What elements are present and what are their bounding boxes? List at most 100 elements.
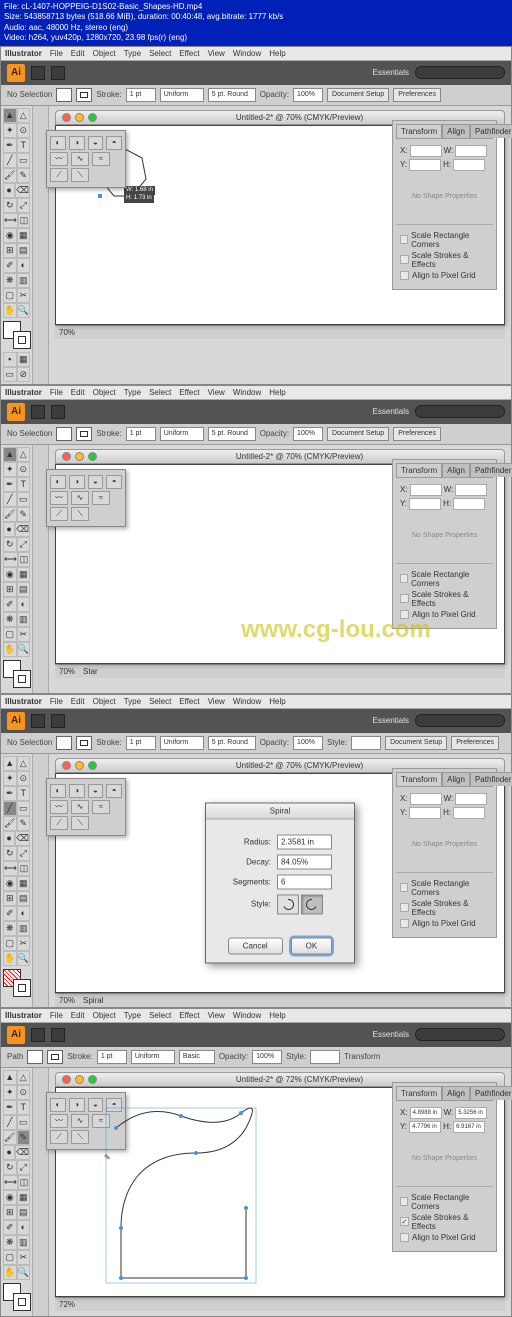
cancel-button[interactable]: Cancel — [228, 937, 283, 954]
svg-text:✎: ✎ — [104, 1153, 111, 1162]
h-field[interactable] — [453, 159, 485, 171]
w-field[interactable]: 5.3256 in — [455, 1107, 487, 1119]
menu-type[interactable]: Type — [124, 49, 141, 58]
color-mode[interactable]: ▪ — [3, 352, 17, 367]
maximize-window-icon[interactable] — [88, 113, 97, 122]
document-setup-button[interactable]: Document Setup — [327, 88, 389, 102]
pal-icon[interactable]: ◐ — [50, 136, 66, 150]
minimize-window-icon[interactable] — [75, 113, 84, 122]
tab-align[interactable]: Align — [442, 124, 470, 138]
eyedropper-tool[interactable]: ✐ — [3, 258, 17, 273]
artboard-tool[interactable]: ▢ — [3, 288, 17, 303]
tab-transform[interactable]: Transform — [396, 124, 442, 138]
ok-button[interactable]: OK — [291, 937, 333, 954]
rotate-tool[interactable]: ↻ — [3, 198, 17, 213]
bridge-icon[interactable] — [31, 66, 45, 80]
workspace-switcher[interactable]: Essentials — [373, 68, 409, 77]
gradient-tool[interactable]: ▤ — [17, 243, 31, 258]
chk-scale-strokes[interactable] — [400, 255, 409, 264]
fill-stroke-indicator[interactable] — [3, 321, 31, 349]
w-field[interactable] — [455, 145, 487, 157]
scale-tool[interactable]: ⤢ — [17, 198, 31, 213]
rectangle-tool[interactable]: ▭ — [17, 153, 31, 168]
menu-select[interactable]: Select — [149, 49, 171, 58]
selection-tool[interactable]: ▲ — [3, 108, 17, 123]
x-field[interactable] — [410, 145, 442, 157]
perspective-tool[interactable]: ▦ — [17, 228, 31, 243]
pal-icon[interactable]: ⟋ — [50, 168, 68, 182]
slice-tool[interactable]: ✂ — [17, 288, 31, 303]
pal-icon[interactable]: ◓ — [106, 136, 122, 150]
width-tool[interactable]: ⟷ — [3, 213, 18, 228]
graph-tool[interactable]: ▥ — [17, 273, 31, 288]
type-tool[interactable]: T — [17, 138, 31, 153]
blob-brush-tool[interactable]: ● — [3, 183, 15, 198]
pen-tool[interactable]: ✒ — [3, 138, 17, 153]
fill-swatch[interactable] — [56, 88, 72, 102]
search-input[interactable] — [415, 66, 505, 79]
y-field[interactable] — [409, 159, 441, 171]
shape-builder-tool[interactable]: ◉ — [3, 228, 17, 243]
chk-align-pixel[interactable] — [400, 271, 409, 280]
menu-effect[interactable]: Effect — [179, 49, 199, 58]
floating-palette[interactable]: ◐◑◒◓ 〰∿≈ ⟋⟍ — [46, 130, 126, 188]
preferences-button[interactable]: Preferences — [393, 88, 441, 102]
chk-align-pixel[interactable] — [400, 1233, 409, 1242]
y-field[interactable]: 4.7796 in — [409, 1121, 441, 1133]
pal-icon[interactable]: ≈ — [92, 152, 110, 166]
line-tool[interactable]: ╱ — [3, 153, 17, 168]
x-field[interactable]: 4.8988 in — [410, 1107, 442, 1119]
menu-window[interactable]: Window — [233, 49, 261, 58]
mesh-tool[interactable]: ⊞ — [3, 243, 17, 258]
opacity-input[interactable]: 100% — [293, 88, 323, 102]
pal-icon[interactable]: 〰 — [50, 152, 68, 166]
magic-wand-tool[interactable]: ✦ — [3, 123, 17, 138]
menu-object[interactable]: Object — [93, 49, 116, 58]
pal-icon[interactable]: ∿ — [71, 152, 89, 166]
decay-input[interactable]: 84.05% — [277, 854, 332, 869]
tab-pathfinder[interactable]: Pathfinder — [470, 124, 512, 138]
arrange-icon[interactable] — [51, 66, 65, 80]
zoom-level[interactable]: 70% — [59, 328, 75, 337]
chk-scale-corners[interactable] — [400, 235, 408, 244]
spiral-dialog: Spiral Radius:2.3581 in Decay:84.05% Seg… — [205, 802, 355, 963]
free-transform-tool[interactable]: ◫ — [18, 213, 30, 228]
pencil-tool[interactable]: ✎ — [17, 168, 31, 183]
transform-panel[interactable]: Transform Align Pathfinder X:W: Y:H: No … — [392, 120, 497, 290]
chk-scale-corners[interactable] — [400, 1197, 408, 1206]
direct-selection-tool[interactable]: △ — [17, 108, 31, 123]
style-label: Style: — [216, 900, 271, 909]
eraser-tool[interactable]: ⌫ — [15, 183, 30, 198]
pal-icon[interactable]: ⟍ — [71, 168, 89, 182]
paintbrush-tool[interactable]: 🖌 — [3, 168, 17, 183]
profile-dropdown[interactable]: Uniform — [160, 88, 204, 102]
chk-scale-strokes[interactable]: ✓ — [400, 1217, 409, 1226]
pal-icon[interactable]: ◒ — [88, 136, 104, 150]
stroke-weight-input[interactable]: 1 pt — [126, 88, 156, 102]
pencil-tool[interactable]: ✎ — [17, 1130, 31, 1145]
style-cw-button[interactable] — [301, 894, 323, 914]
video-line: Video: h264, yuv420p, 1280x720, 23.98 fp… — [4, 33, 508, 43]
h-field[interactable]: 6.9167 in — [453, 1121, 485, 1133]
menubar: Illustrator FileEditObjectTypeSelectEffe… — [1, 386, 511, 400]
blend-tool[interactable]: ◐ — [17, 258, 31, 273]
screen-mode[interactable]: ▭ — [3, 367, 17, 382]
brush-dropdown[interactable]: 5 pt. Round — [208, 88, 256, 102]
menu-view[interactable]: View — [208, 49, 225, 58]
none-mode[interactable]: ⊘ — [17, 367, 31, 382]
radius-input[interactable]: 2.3581 in — [277, 834, 332, 849]
hand-tool[interactable]: ✋ — [3, 303, 17, 318]
stroke-swatch[interactable] — [76, 88, 92, 102]
tools-panel: ▲△ ✦⊙ ✒T ╱▭ 🖌✎ ●⌫ ↻⤢ ⟷◫ ◉▦ ⊞▤ ✐◐ ❋▥ ▢✂ ✋… — [1, 445, 33, 693]
pal-icon[interactable]: ◑ — [69, 136, 85, 150]
close-window-icon[interactable] — [62, 113, 71, 122]
style-ccw-button[interactable] — [277, 894, 299, 914]
lasso-tool[interactable]: ⊙ — [17, 123, 31, 138]
symbol-sprayer-tool[interactable]: ❋ — [3, 273, 17, 288]
zoom-tool[interactable]: 🔍 — [17, 303, 31, 318]
menu-file[interactable]: File — [50, 49, 63, 58]
menu-help[interactable]: Help — [269, 49, 285, 58]
menu-edit[interactable]: Edit — [71, 49, 85, 58]
segments-input[interactable]: 6 — [277, 874, 332, 889]
gradient-mode[interactable]: ▦ — [17, 352, 31, 367]
